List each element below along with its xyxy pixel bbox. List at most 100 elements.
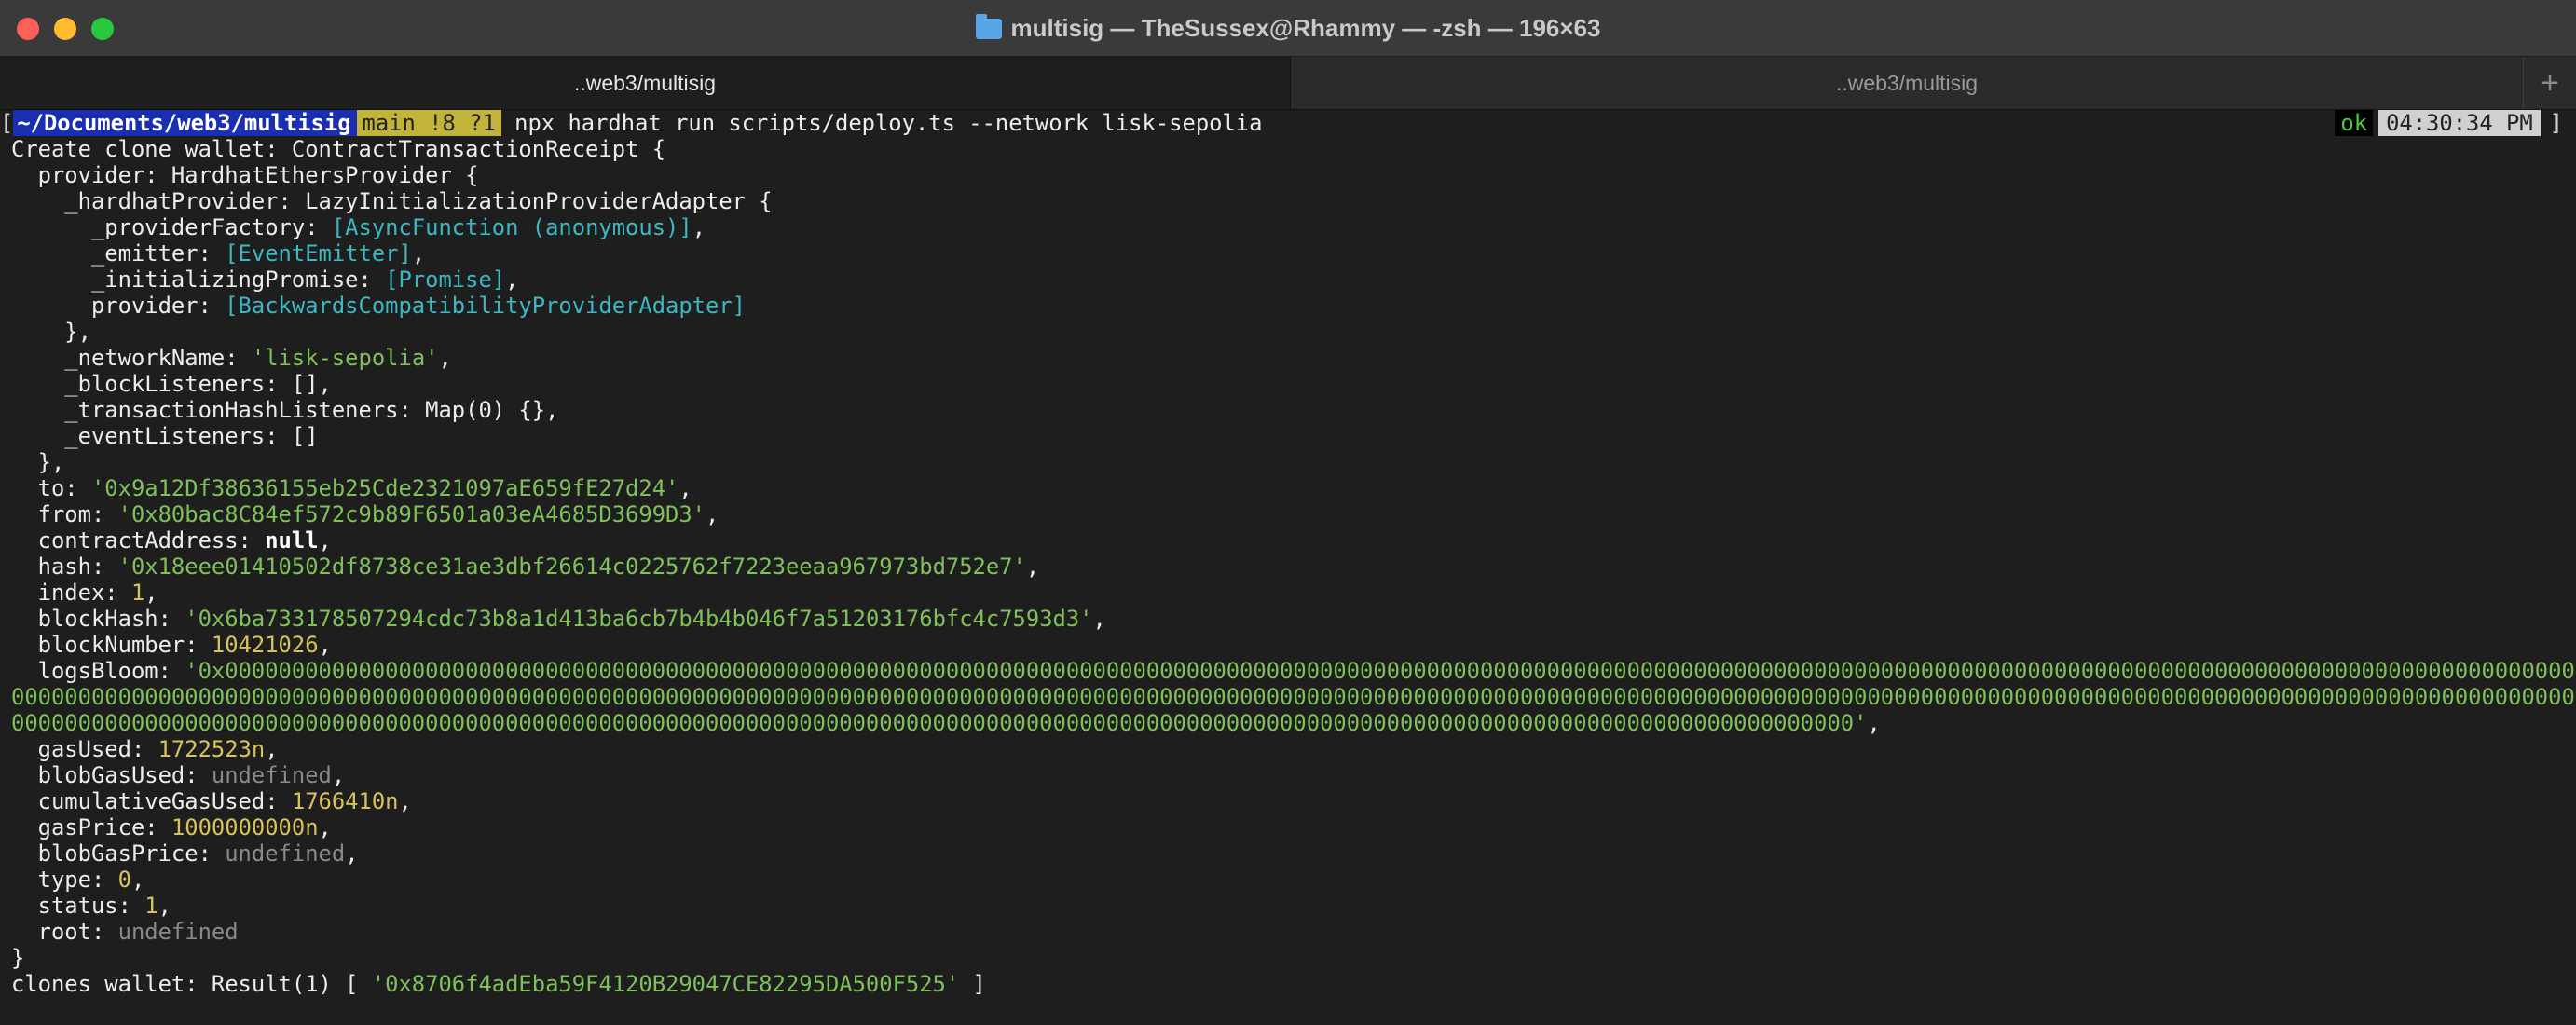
output-line: blockNumber: 10421026, <box>11 632 332 658</box>
output-line: to: '0x9a12Df38636155eb25Cde2321097aE659… <box>11 475 692 501</box>
output-line: }, <box>11 449 65 475</box>
output-line: _networkName: 'lisk-sepolia', <box>11 345 452 371</box>
output-text: clones wallet: Result(1) [ <box>11 971 372 997</box>
output-text: to: <box>11 475 91 501</box>
output-text: , <box>265 736 279 762</box>
output-line: blobGasPrice: undefined, <box>11 840 359 867</box>
output-text: null <box>265 527 319 554</box>
output-line: root: undefined <box>11 919 239 945</box>
output-text: cumulativeGasUsed: <box>11 788 292 814</box>
output-text: '0x80bac8C84ef572c9b89F6501a03eA4685D369… <box>117 501 706 527</box>
output-text: index: <box>11 580 131 606</box>
output-text: 10421026 <box>211 632 319 658</box>
output-line: blobGasUsed: undefined, <box>11 762 346 788</box>
output-text: 1 <box>130 580 145 606</box>
output-line: }, <box>11 319 91 345</box>
output-text: , <box>706 501 719 527</box>
output-line: _blockListeners: [], <box>11 371 332 397</box>
tab-label: ..web3/multisig <box>1835 70 1979 95</box>
output-text: , <box>398 788 412 814</box>
output-text: from: <box>11 501 118 527</box>
output-text: _transactionHashListeners: Map(0) {}, <box>11 397 559 423</box>
output-text: 1722523n <box>158 736 266 762</box>
output-text: , <box>1092 606 1106 632</box>
output-text: gasUsed: <box>11 736 158 762</box>
output-text: ] <box>959 971 986 997</box>
output-text: , <box>144 580 158 606</box>
title-bar[interactable]: multisig — TheSussex@Rhammy — -zsh — 196… <box>0 0 2576 56</box>
output-text: , <box>130 867 145 893</box>
output-text: hash: <box>11 554 118 580</box>
output-text: }, <box>11 319 91 345</box>
output-line: logsBloom: '0x00000000000000000000000000… <box>11 658 2576 684</box>
output-line: _providerFactory: [AsyncFunction (anonym… <box>11 214 706 240</box>
output-text: '0x6ba733178507294cdc73b8a1d413ba6cb7b4b… <box>185 606 1093 632</box>
prompt-bracket-right: ] <box>2549 110 2563 136</box>
output-text: undefined <box>117 919 239 945</box>
output-text: 0 <box>117 867 131 893</box>
output-text: logsBloom: <box>11 658 185 684</box>
cwd-prefix: ~/Documents/ <box>17 110 178 136</box>
output-line: index: 1, <box>11 580 158 606</box>
output-text: gasPrice: <box>11 814 171 840</box>
output-text: , <box>438 345 452 371</box>
output-text: type: <box>11 867 118 893</box>
output-text: '0x8706f4adEba59F4120B29047CE82295DA500F… <box>371 971 960 997</box>
output-line: from: '0x80bac8C84ef572c9b89F6501a03eA46… <box>11 501 719 527</box>
git-status-segment: main !8 ?1 <box>356 110 501 136</box>
output-text: _hardhatProvider: LazyInitializationProv… <box>11 188 773 214</box>
output-text: _blockListeners: [], <box>11 371 332 397</box>
output-line: _eventListeners: [] <box>11 423 318 449</box>
output-text: , <box>411 240 426 266</box>
output-text: Create clone wallet: ContractTransaction… <box>11 136 666 162</box>
output-text: } <box>11 945 25 971</box>
output-text: 1 <box>144 893 158 919</box>
output-line: 0000000000000000000000000000000000000000… <box>11 684 2576 710</box>
prompt-right-status: ok 04:30:34 PM] <box>2335 110 2563 136</box>
new-tab-button[interactable]: + <box>2524 57 2576 109</box>
output-text: 'lisk-sepolia' <box>251 345 439 371</box>
output-text: [AsyncFunction (anonymous)] <box>331 214 692 240</box>
output-text: 0000000000000000000000000000000000000000… <box>11 684 2576 710</box>
output-text: contractAddress: <box>11 527 266 554</box>
output-text: 1000000000n <box>171 814 319 840</box>
output-line: hash: '0x18eee01410502df8738ce31ae3dbf26… <box>11 554 1040 580</box>
output-text: _emitter: <box>11 240 226 266</box>
cwd-segment: ~/Documents/web3/multisig <box>13 110 357 136</box>
output-line: Create clone wallet: ContractTransaction… <box>11 136 665 162</box>
prompt-bracket-left: [ <box>0 110 14 136</box>
output-text: , <box>1025 554 1040 580</box>
output-text: root: <box>11 919 118 945</box>
output-text: undefined <box>225 840 346 867</box>
folder-icon <box>975 14 1002 39</box>
output-text: , <box>318 632 332 658</box>
output-line: contractAddress: null, <box>11 527 332 554</box>
output-line: _hardhatProvider: LazyInitializationProv… <box>11 188 773 214</box>
output-line: cumulativeGasUsed: 1766410n, <box>11 788 412 814</box>
output-text: '0x0000000000000000000000000000000000000… <box>185 658 2576 684</box>
output-text: undefined <box>211 762 332 788</box>
output-line: clones wallet: Result(1) [ '0x8706f4adEb… <box>11 971 986 997</box>
output-text: _initializingPromise: <box>11 266 386 293</box>
terminal-window: multisig — TheSussex@Rhammy — -zsh — 196… <box>0 0 2576 1025</box>
output-line: gasPrice: 1000000000n, <box>11 814 332 840</box>
tab-multisig[interactable]: ..web3/multisig <box>1291 57 2524 109</box>
output-line: _emitter: [EventEmitter], <box>11 240 425 266</box>
cwd-current-dir: web3/multisig <box>177 110 351 136</box>
output-line: _initializingPromise: [Promise], <box>11 266 518 293</box>
time-badge: 04:30:34 PM <box>2378 110 2541 136</box>
output-text: , <box>505 266 519 293</box>
output-text: , <box>158 893 171 919</box>
output-text: , <box>678 475 692 501</box>
output-text: status: <box>11 893 145 919</box>
terminal-output[interactable]: [~/Documents/web3/multisig main !8 ?1 npx… <box>0 110 2576 1025</box>
output-text: , <box>1867 710 1881 736</box>
tab-multisig-active[interactable]: ..web3/multisig <box>0 57 1291 109</box>
plus-icon: + <box>2541 64 2559 101</box>
tab-bar: ..web3/multisig ..web3/multisig + <box>0 56 2576 110</box>
output-text: [EventEmitter] <box>225 240 412 266</box>
output-text: _networkName: <box>11 345 252 371</box>
output-text: '0x18eee01410502df8738ce31ae3dbf26614c02… <box>117 554 1026 580</box>
output-line: gasUsed: 1722523n, <box>11 736 279 762</box>
output-text: [BackwardsCompatibilityProviderAdapter] <box>225 293 746 319</box>
